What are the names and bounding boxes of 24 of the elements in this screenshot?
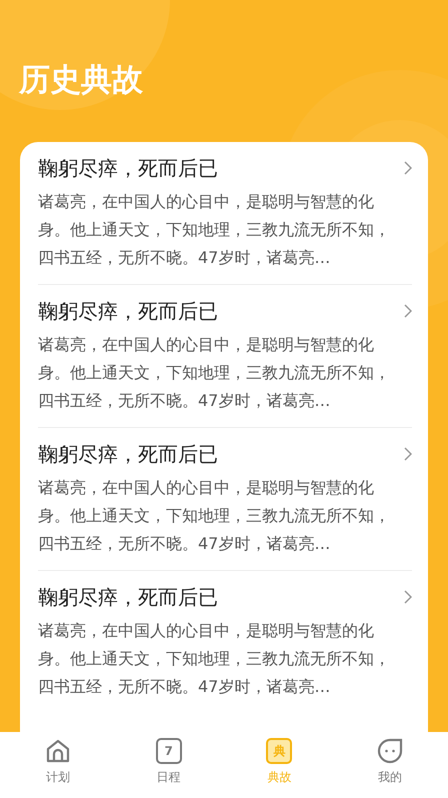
chevron-icon [404, 447, 412, 461]
story-summary: 诸葛亮，在中国人的心目中，是聪明与智慧的化身。他上通天文，下知地理，三教九流无所不知，四书五经，无所不晓。47岁时，诸葛亮… [38, 477, 391, 555]
story-summary: 诸葛亮，在中国人的心目中，是聪明与智慧的化身。他上通天文，下知地理，三教九流无所不知，四书五经，无所不晓。47岁时，诸葛亮… [38, 620, 391, 698]
story-title: 鞠躬尽瘁，死而后已 [38, 298, 218, 325]
book-icon: 典 [266, 738, 292, 764]
story-title: 鞠躬尽瘁，死而后已 [38, 584, 218, 611]
chevron-icon [404, 304, 412, 318]
story-item[interactable]: 鞠躬尽瘁，死而后已 诸葛亮，在中国人的心目中，是聪明与智慧的化身。他上通天文，下知地理，三教九流无所不知，四书五经，无所不晓。47岁时，诸葛亮… [38, 285, 412, 428]
story-summary: 诸葛亮，在中国人的心目中，是聪明与智慧的化身。他上通天文，下知地理，三教九流无所不知，四书五经，无所不晓。47岁时，诸葛亮… [38, 334, 391, 412]
story-item[interactable]: 鞠躬尽瘁，死而后已 诸葛亮，在中国人的心目中，是聪明与智慧的化身。他上通天文，下知地理，三教九流无所不知，四书五经，无所不晓。47岁时，诸葛亮… [38, 571, 412, 713]
page-title: 历史典故 [19, 61, 143, 100]
calendar-icon: 7 [156, 738, 182, 764]
story-title: 鞠躬尽瘁，死而后已 [38, 441, 218, 468]
story-title: 鞠躬尽瘁，死而后已 [38, 155, 218, 182]
story-item[interactable]: 鞠躬尽瘁，死而后已 诸葛亮，在中国人的心目中，是聪明与智慧的化身。他上通天文，下知地理，三教九流无所不知，四书五经，无所不晓。47岁时，诸葛亮… [38, 428, 412, 571]
home-icon [45, 738, 71, 764]
face-icon [376, 738, 403, 764]
tab-button[interactable]: 计划 [26, 738, 90, 786]
tab-button[interactable]: 7 日程 [136, 738, 201, 786]
story-item[interactable]: 鞠躬尽瘁，死而后已 诸葛亮，在中国人的心目中，是聪明与智慧的化身。他上通天文，下知地理，三教九流无所不知，四书五经，无所不晓。47岁时，诸葛亮… [38, 142, 412, 285]
tab-button[interactable]: 我的 [358, 738, 422, 786]
chevron-icon [404, 590, 412, 604]
story-summary: 诸葛亮，在中国人的心目中，是聪明与智慧的化身。他上通天文，下知地理，三教九流无所不知，四书五经，无所不晓。47岁时，诸葛亮… [38, 191, 391, 269]
chevron-icon [404, 161, 412, 175]
